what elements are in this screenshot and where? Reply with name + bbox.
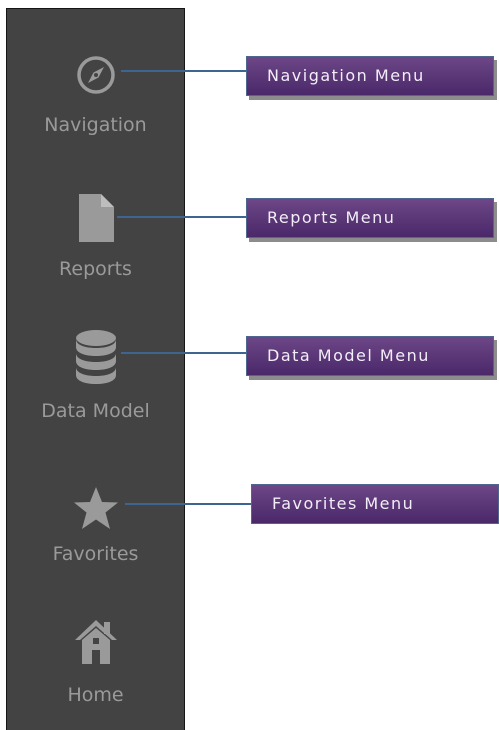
callout-reports-menu: Reports Menu	[246, 198, 494, 238]
callout-connector	[121, 70, 246, 73]
sidebar-item-label: Favorites	[52, 543, 139, 565]
sidebar-item-favorites[interactable]: Favorites	[7, 479, 184, 599]
sidebar-item-label: Reports	[59, 258, 132, 280]
sidebar-item-navigation[interactable]: Navigation	[7, 49, 184, 169]
callout-navigation-menu: Navigation Menu	[246, 56, 494, 96]
sidebar-item-data-model[interactable]: Data Model	[7, 329, 184, 449]
callout-data-model-menu: Data Model Menu	[246, 336, 494, 376]
document-icon	[78, 194, 114, 242]
sidebar-item-label: Data Model	[41, 400, 150, 422]
callout-connector	[125, 503, 251, 506]
database-icon	[75, 330, 116, 384]
sidebar: Navigation Reports Data Model Favorites …	[6, 8, 185, 730]
home-icon	[74, 620, 117, 664]
callout-connector	[117, 216, 246, 219]
compass-icon	[76, 56, 115, 94]
sidebar-item-reports[interactable]: Reports	[7, 189, 184, 309]
star-icon	[73, 487, 118, 529]
sidebar-item-label: Navigation	[44, 114, 147, 136]
sidebar-item-home[interactable]: Home	[7, 614, 184, 730]
annotated-sidebar-figure: Navigation Reports Data Model Favorites …	[0, 0, 499, 730]
callout-favorites-menu: Favorites Menu	[251, 484, 499, 524]
sidebar-item-label: Home	[67, 684, 124, 706]
callout-connector	[121, 352, 246, 355]
